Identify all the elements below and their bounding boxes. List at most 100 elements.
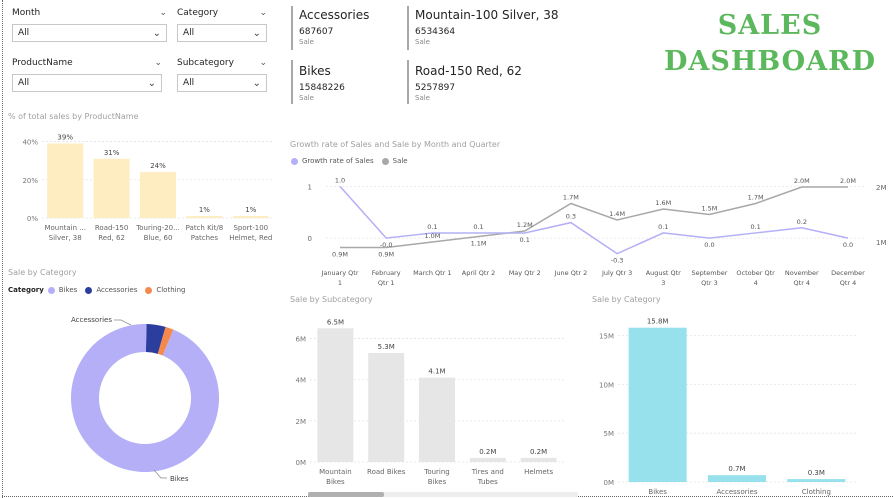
slicer-category-value: All bbox=[183, 28, 195, 38]
data-label: 6.5M bbox=[327, 318, 344, 326]
data-label: 0.7M bbox=[728, 465, 745, 473]
data-label: 15.8M bbox=[647, 318, 669, 326]
data-label-sale: 1.4M bbox=[609, 210, 625, 218]
legend-dot bbox=[85, 286, 93, 294]
slicer-month-dropdown[interactable]: All ⌄ bbox=[12, 24, 167, 42]
data-label-sale: 0.9M bbox=[332, 251, 348, 259]
bar bbox=[419, 377, 455, 462]
card-accessories: Accessories 687607 Sale bbox=[299, 8, 369, 46]
x-tick-label: March Qtr 1 bbox=[413, 269, 451, 277]
card-bikes: Bikes 15848226 Sale bbox=[299, 64, 345, 102]
slicer-subcategory-dropdown[interactable]: All ⌄ bbox=[177, 74, 267, 92]
x-tick-label: August Qtr bbox=[646, 269, 681, 277]
slicer-category-label: Category bbox=[177, 8, 219, 18]
data-label-sale: 1.0M bbox=[424, 232, 440, 240]
data-label-sale: 1.7M bbox=[748, 194, 764, 202]
data-label-sale: 1.7M bbox=[563, 194, 579, 202]
data-label-growth: 0.1 bbox=[520, 236, 530, 244]
bar bbox=[93, 158, 130, 218]
card-accent-bar bbox=[407, 6, 409, 50]
chart-donut[interactable]: Accessories Bikes bbox=[4, 300, 284, 496]
x-tick-label: Bikes bbox=[648, 488, 667, 496]
slicer-productname-dropdown[interactable]: All ⌄ bbox=[12, 74, 162, 92]
legend-dot bbox=[145, 286, 153, 294]
x-tick-label: 4 bbox=[754, 279, 758, 287]
bar bbox=[317, 328, 354, 462]
data-label-sale: 2.0M bbox=[840, 177, 856, 185]
data-label: 39% bbox=[57, 133, 73, 141]
slicer-productname[interactable]: ProductName ⌄ All ⌄ bbox=[12, 56, 162, 92]
slicer-month[interactable]: Month ⌄ All ⌄ bbox=[12, 6, 167, 42]
dashboard-title-line2: DASHBOARD bbox=[663, 46, 876, 77]
data-label: 24% bbox=[150, 162, 166, 170]
donut-slice bbox=[70, 324, 220, 472]
data-label-sale: 1.1M bbox=[471, 240, 487, 248]
data-label-sale: 1.2M bbox=[517, 221, 533, 229]
legend-dot bbox=[291, 157, 298, 165]
bar bbox=[232, 216, 269, 218]
slicer-category-dropdown[interactable]: All ⌄ bbox=[177, 24, 267, 42]
x-tick-label: Qtr 1 bbox=[378, 279, 395, 287]
card-subtitle: Sale bbox=[299, 94, 314, 102]
chart-growth-line[interactable]: 1 0 2M 1M 0.9M 0.9M 1.0M 1.1M 1.2M 1.7M 1.4M 1.6M 1.… bbox=[290, 168, 890, 292]
x-tick-label: Red, 62 bbox=[98, 234, 125, 242]
slicer-subcategory[interactable]: Subcategory ⌄ All ⌄ bbox=[177, 56, 267, 92]
y-tick-label: 0% bbox=[27, 215, 38, 223]
card-accent-bar bbox=[291, 6, 293, 50]
bar bbox=[628, 327, 687, 482]
x-tick-label: Helmet, Red bbox=[229, 234, 272, 242]
y-tick-label: 40% bbox=[22, 139, 38, 147]
slicer-category[interactable]: Category ⌄ All ⌄ bbox=[177, 6, 267, 42]
y-tick-label: 20% bbox=[22, 177, 38, 185]
x-tick-label: November bbox=[785, 269, 819, 277]
x-tick-label: Mountain ... bbox=[44, 224, 86, 232]
card-value: 5257897 bbox=[415, 83, 456, 93]
card-value: 687607 bbox=[299, 27, 334, 37]
chevron-down-icon[interactable]: ⌄ bbox=[259, 8, 267, 18]
chevron-down-icon[interactable]: ⌄ bbox=[259, 58, 267, 68]
y-tick-label: 4M bbox=[296, 377, 307, 385]
data-label-growth: 0.1 bbox=[427, 223, 437, 231]
slicer-month-label: Month bbox=[12, 8, 41, 18]
card-subtitle: Sale bbox=[415, 94, 430, 102]
x-tick-label: April Qtr 2 bbox=[462, 269, 495, 277]
card-mountain-100: Mountain-100 Silver, 38 6534364 Sale bbox=[415, 8, 559, 46]
x-tick-label: Blue, 60 bbox=[144, 234, 173, 242]
card-title: Bikes bbox=[299, 64, 331, 78]
bar bbox=[708, 475, 766, 482]
x-tick-label: Accessories bbox=[716, 488, 757, 496]
x-tick-label: Qtr 4 bbox=[794, 279, 811, 287]
data-label-growth: 1.0 bbox=[335, 176, 345, 184]
y-tick-label: 6M bbox=[296, 336, 307, 344]
data-label-sale: 2.0M bbox=[794, 177, 810, 185]
legend-label: Accessories bbox=[96, 286, 138, 294]
chart-donut-legend: Category Bikes Accessories Clothing bbox=[8, 286, 189, 294]
x-tick-label: 1 bbox=[338, 279, 342, 287]
data-label: 4.1M bbox=[428, 368, 445, 376]
data-label-growth: 0.2 bbox=[797, 218, 807, 226]
data-label-growth: 0.1 bbox=[473, 223, 483, 231]
chevron-down-icon[interactable]: ⌄ bbox=[154, 58, 162, 68]
x-tick-label: Tires and bbox=[471, 468, 504, 476]
x-tick-label: December bbox=[831, 269, 865, 277]
x-tick-label: Bikes bbox=[428, 478, 447, 486]
chart-growth-legend: Growth rate of Sales Sale bbox=[291, 157, 412, 165]
bar bbox=[186, 216, 223, 218]
y-tick-label: 0M bbox=[604, 479, 615, 487]
card-title: Mountain-100 Silver, 38 bbox=[415, 8, 559, 22]
legend-dot bbox=[381, 157, 389, 165]
card-accent-bar bbox=[407, 60, 409, 104]
chevron-down-icon[interactable]: ⌄ bbox=[159, 8, 167, 18]
leader-line bbox=[153, 469, 167, 479]
card-road-150: Road-150 Red, 62 5257897 Sale bbox=[415, 64, 522, 102]
data-label: 1% bbox=[199, 206, 210, 214]
chart-pct-sales[interactable]: 0% 20% 40% 39% Mountain ... Silver, 38 31% Road… bbox=[4, 122, 286, 252]
data-label-growth: 0.1 bbox=[750, 223, 760, 231]
slicer-productname-value: All bbox=[18, 78, 30, 88]
bar bbox=[787, 479, 846, 482]
chart-subcategory[interactable]: 0M 2M 4M 6M 6.5M Mountain Bikes 5.3M Road Bikes 4… bbox=[286, 306, 582, 498]
chart-category[interactable]: 0M 5M 10M 15M 15.8M Bikes 0.7M Accessories 0.3M C… bbox=[588, 306, 888, 496]
data-label-growth: 0.3 bbox=[566, 213, 576, 221]
card-subtitle: Sale bbox=[415, 38, 430, 46]
scrollbar-thumb[interactable] bbox=[308, 492, 384, 497]
